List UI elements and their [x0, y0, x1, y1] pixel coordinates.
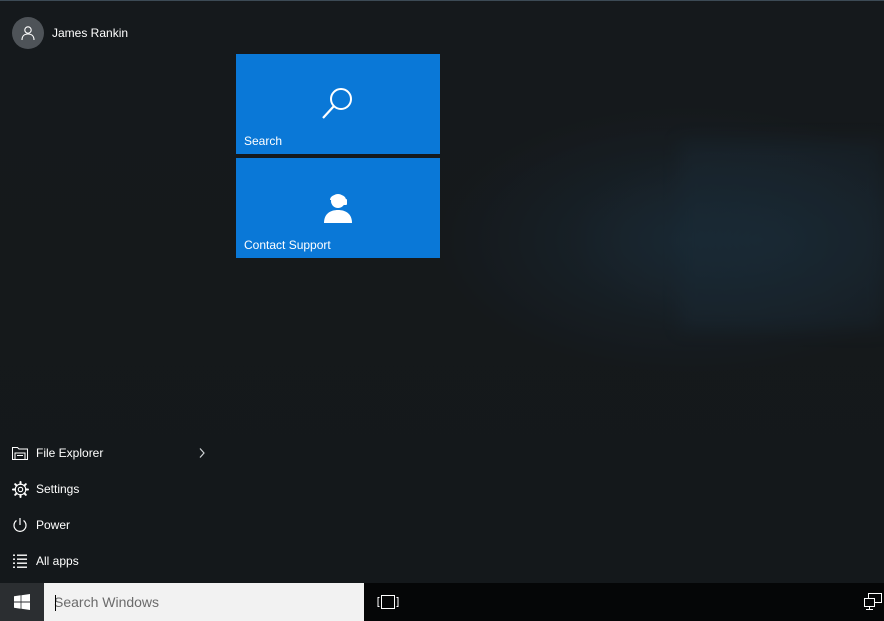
settings-label: Settings [36, 482, 80, 496]
task-view-icon [377, 595, 399, 609]
search-icon [322, 88, 352, 119]
start-button[interactable] [0, 583, 44, 621]
start-menu-top-border [0, 0, 884, 1]
nav-item-all-apps[interactable]: All apps [0, 543, 216, 579]
file-explorer-label: File Explorer [36, 446, 104, 460]
gear-icon [11, 480, 29, 498]
nav-item-settings[interactable]: Settings [0, 471, 216, 507]
user-avatar-icon [12, 17, 44, 49]
search-tile-label: Search [244, 134, 283, 148]
task-view-button[interactable] [376, 592, 400, 612]
network-icon[interactable] [864, 593, 884, 613]
contact-support-icon [324, 194, 352, 223]
text-caret [55, 595, 56, 611]
all-apps-label: All apps [36, 554, 79, 568]
nav-item-power[interactable]: Power [0, 507, 216, 543]
file-explorer-icon [11, 444, 29, 462]
user-account-button[interactable]: James Rankin [12, 17, 128, 49]
contact-support-tile-label: Contact Support [244, 238, 331, 252]
search-tile[interactable]: Search [236, 54, 440, 154]
contact-support-tile[interactable]: Contact Support [236, 158, 440, 258]
user-name: James Rankin [52, 26, 129, 40]
search-input[interactable] [54, 583, 354, 621]
windows-logo-icon [14, 594, 30, 610]
taskbar-search-box[interactable] [44, 583, 364, 621]
power-icon [11, 516, 29, 534]
start-menu: James Rankin Search Contact Support File… [0, 0, 884, 583]
chevron-right-icon[interactable] [198, 446, 206, 464]
power-label: Power [36, 518, 71, 532]
nav-item-file-explorer[interactable]: File Explorer [0, 435, 216, 471]
taskbar [0, 583, 884, 621]
list-icon [11, 552, 29, 570]
